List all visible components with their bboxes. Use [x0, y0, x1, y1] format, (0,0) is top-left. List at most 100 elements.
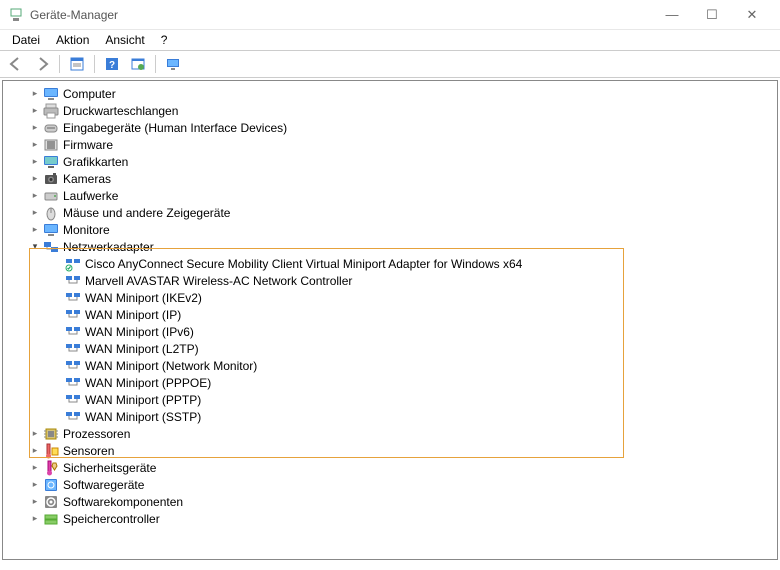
display-icon: [43, 154, 59, 170]
titlebar: Geräte-Manager — ☐ ✕: [0, 0, 780, 30]
expand-arrow-icon[interactable]: ▸: [29, 122, 41, 134]
computer-icon: [43, 86, 59, 102]
tree-item-label: WAN Miniport (L2TP): [85, 342, 199, 356]
scan-button[interactable]: [126, 53, 150, 75]
tree-item-label: Druckwarteschlangen: [63, 104, 178, 118]
tree-item-label: Softwarekomponenten: [63, 495, 183, 509]
menu-action[interactable]: Aktion: [48, 31, 97, 49]
netspecial-icon: [65, 256, 81, 272]
menu-help[interactable]: ?: [153, 31, 176, 49]
device-leaf[interactable]: WAN Miniport (IKEv2): [5, 289, 775, 306]
app-icon: [8, 7, 24, 23]
device-leaf[interactable]: WAN Miniport (Network Monitor): [5, 357, 775, 374]
properties-button[interactable]: [65, 53, 89, 75]
forward-button[interactable]: [30, 53, 54, 75]
device-leaf[interactable]: WAN Miniport (IP): [5, 306, 775, 323]
security-icon: [43, 460, 59, 476]
mouse-icon: [43, 205, 59, 221]
device-category[interactable]: ▸ Druckwarteschlangen: [5, 102, 775, 119]
device-category[interactable]: ▸Firmware: [5, 136, 775, 153]
net-icon: [65, 375, 81, 391]
tree-item-label: WAN Miniport (PPTP): [85, 393, 201, 407]
expand-arrow-icon[interactable]: ▸: [29, 88, 41, 100]
device-leaf[interactable]: WAN Miniport (SSTP): [5, 408, 775, 425]
device-category[interactable]: ▸Kameras: [5, 170, 775, 187]
device-category[interactable]: ▸Speichercontroller: [5, 510, 775, 527]
tree-item-label: Eingabegeräte (Human Interface Devices): [63, 121, 287, 135]
expand-arrow-icon[interactable]: ▸: [29, 105, 41, 117]
expand-arrow-icon[interactable]: ▾: [29, 241, 41, 253]
expand-arrow-icon[interactable]: ▸: [29, 496, 41, 508]
tree-item-label: Sensoren: [63, 444, 114, 458]
expand-arrow-icon[interactable]: ▸: [29, 479, 41, 491]
tree-item-label: Sicherheitsgeräte: [63, 461, 156, 475]
device-category[interactable]: ▸ Laufwerke: [5, 187, 775, 204]
device-category[interactable]: ▸ Softwarekomponenten: [5, 493, 775, 510]
device-category[interactable]: ▸Grafikkarten: [5, 153, 775, 170]
device-category[interactable]: ▸ Computer: [5, 85, 775, 102]
tree-item-label: Prozessoren: [63, 427, 130, 441]
expand-arrow-icon[interactable]: ▸: [29, 139, 41, 151]
camera-icon: [43, 171, 59, 187]
printer-icon: [43, 103, 59, 119]
tree-item-label: WAN Miniport (IP): [85, 308, 181, 322]
net-icon: [65, 358, 81, 374]
monitor-icon: [43, 222, 59, 238]
device-category[interactable]: ▸ Prozessoren: [5, 425, 775, 442]
net-icon: [65, 290, 81, 306]
device-category[interactable]: ▸Softwaregeräte: [5, 476, 775, 493]
device-category[interactable]: ▸Monitore: [5, 221, 775, 238]
tree-item-label: Laufwerke: [63, 189, 118, 203]
expand-arrow-icon[interactable]: ▸: [29, 428, 41, 440]
toolbar-separator: [59, 55, 60, 73]
net-icon: [65, 324, 81, 340]
minimize-button[interactable]: —: [652, 0, 692, 30]
toolbar-separator: [94, 55, 95, 73]
menu-file[interactable]: Datei: [4, 31, 48, 49]
expand-arrow-icon[interactable]: ▸: [29, 173, 41, 185]
network-icon: [43, 239, 59, 255]
tree-item-label: Cisco AnyConnect Secure Mobility Client …: [85, 257, 522, 271]
device-leaf[interactable]: WAN Miniport (L2TP): [5, 340, 775, 357]
expand-arrow-icon[interactable]: ▸: [29, 190, 41, 202]
help-button[interactable]: [100, 53, 124, 75]
toolbar-separator: [155, 55, 156, 73]
expand-arrow-icon[interactable]: ▸: [29, 445, 41, 457]
menu-view[interactable]: Ansicht: [97, 31, 152, 49]
net-icon: [65, 409, 81, 425]
device-leaf[interactable]: Cisco AnyConnect Secure Mobility Client …: [5, 255, 775, 272]
tree-item-label: WAN Miniport (IKEv2): [85, 291, 202, 305]
toolbar: [0, 50, 780, 78]
expand-arrow-icon[interactable]: ▸: [29, 156, 41, 168]
tree-item-label: Computer: [63, 87, 116, 101]
device-leaf[interactable]: WAN Miniport (IPv6): [5, 323, 775, 340]
show-hidden-button[interactable]: [161, 53, 185, 75]
close-button[interactable]: ✕: [732, 0, 772, 30]
device-leaf[interactable]: WAN Miniport (PPPOE): [5, 374, 775, 391]
net-icon: [65, 392, 81, 408]
tree-item-label: Marvell AVASTAR Wireless-AC Network Cont…: [85, 274, 352, 288]
expand-arrow-icon[interactable]: ▸: [29, 207, 41, 219]
expand-arrow-icon[interactable]: ▸: [29, 513, 41, 525]
storage-icon: [43, 511, 59, 527]
expand-arrow-icon[interactable]: ▸: [29, 224, 41, 236]
device-category[interactable]: ▸ Sensoren: [5, 442, 775, 459]
device-category[interactable]: ▾ Netzwerkadapter: [5, 238, 775, 255]
device-tree[interactable]: ▸ Computer ▸ Druckwarteschlangen ▸ Eingabeger…: [2, 80, 778, 560]
software-icon: [43, 477, 59, 493]
sensor-icon: [43, 443, 59, 459]
device-category[interactable]: ▸ Mäuse und andere Zeigegeräte: [5, 204, 775, 221]
back-button[interactable]: [4, 53, 28, 75]
net-icon: [65, 307, 81, 323]
device-category[interactable]: ▸ Sicherheitsgeräte: [5, 459, 775, 476]
firmware-icon: [43, 137, 59, 153]
tree-item-label: Mäuse und andere Zeigegeräte: [63, 206, 230, 220]
cpu-icon: [43, 426, 59, 442]
device-category[interactable]: ▸ Eingabegeräte (Human Interface Devices): [5, 119, 775, 136]
maximize-button[interactable]: ☐: [692, 0, 732, 30]
expand-arrow-icon[interactable]: ▸: [29, 462, 41, 474]
tree-item-label: Netzwerkadapter: [63, 240, 154, 254]
device-leaf[interactable]: Marvell AVASTAR Wireless-AC Network Cont…: [5, 272, 775, 289]
tree-item-label: WAN Miniport (Network Monitor): [85, 359, 257, 373]
device-leaf[interactable]: WAN Miniport (PPTP): [5, 391, 775, 408]
